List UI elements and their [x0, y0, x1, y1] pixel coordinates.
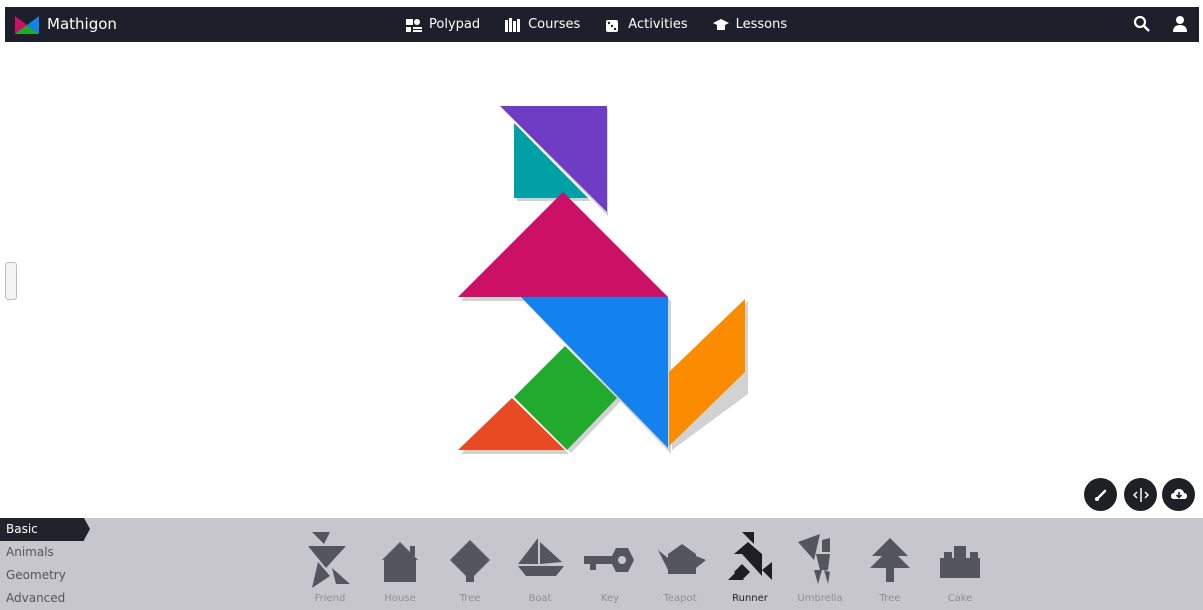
category-geometry[interactable]: Geometry — [0, 564, 90, 587]
shape-house[interactable]: House — [365, 518, 435, 610]
boat-shape-icon — [518, 538, 564, 576]
friend-shape-icon — [308, 532, 350, 588]
runner-shape-icon — [728, 532, 772, 580]
polypad-icon — [406, 18, 422, 32]
user-icon[interactable] — [1171, 15, 1189, 33]
shape-label: Boat — [528, 593, 552, 604]
nav-lessons-label: Lessons — [735, 17, 788, 32]
shape-label: Teapot — [663, 593, 697, 604]
activities-icon — [606, 19, 619, 32]
side-panel-handle[interactable] — [5, 262, 17, 300]
tangram-canvas[interactable] — [0, 42, 1203, 518]
category-animals[interactable]: Animals — [0, 541, 90, 564]
mirror-button[interactable] — [1124, 478, 1157, 511]
category-basic[interactable]: Basic — [0, 518, 90, 541]
tree-shape-icon — [450, 540, 490, 582]
download-button[interactable] — [1162, 478, 1195, 511]
tree-shape-icon — [870, 538, 910, 582]
category-list: Basic Animals Geometry Advanced — [0, 518, 90, 610]
shape-label: Runner — [732, 593, 768, 604]
nav-polypad[interactable]: Polypad — [405, 17, 480, 33]
shape-label: Cake — [947, 593, 973, 604]
shape-runner[interactable]: Runner — [715, 518, 785, 610]
shape-tree-2[interactable]: Tree — [855, 518, 925, 610]
main-nav: Polypad Courses Activities Lessons — [405, 7, 787, 42]
courses-icon — [505, 17, 521, 32]
nav-polypad-label: Polypad — [429, 17, 481, 32]
cake-shape-icon — [940, 546, 980, 578]
nav-courses[interactable]: Courses — [504, 17, 580, 33]
top-navbar: Mathigon Polypad Courses Activities Less… — [5, 7, 1199, 42]
tangram-piece-magenta[interactable] — [458, 192, 668, 297]
mathigon-logo-icon[interactable] — [15, 16, 39, 34]
puzzle-picker: Basic Animals Geometry Advanced Friend H… — [0, 518, 1203, 610]
shape-tree[interactable]: Tree — [435, 518, 505, 610]
search-icon[interactable] — [1133, 15, 1151, 33]
shape-label: Key — [600, 593, 620, 604]
nav-activities[interactable]: Activities — [604, 17, 688, 33]
shape-cake[interactable]: Cake — [925, 518, 995, 610]
nav-courses-label: Courses — [528, 17, 581, 32]
nav-activities-label: Activities — [628, 17, 688, 32]
brand-name[interactable]: Mathigon — [47, 15, 117, 33]
shape-label: Friend — [314, 593, 346, 604]
shape-label: Tree — [459, 593, 481, 604]
shape-label: Umbrella — [797, 593, 843, 604]
lessons-icon — [712, 18, 729, 30]
shape-list: Friend House Tree Boat Key Teapot Runner… — [295, 518, 995, 610]
topbar-actions — [1133, 15, 1189, 33]
teapot-shape-icon — [658, 544, 706, 574]
shape-umbrella[interactable]: Umbrella — [785, 518, 855, 610]
brush-icon — [1094, 489, 1106, 501]
umbrella-shape-icon — [798, 534, 830, 584]
cloud-download-icon — [1170, 488, 1187, 499]
shape-friend[interactable]: Friend — [295, 518, 365, 610]
category-advanced[interactable]: Advanced — [0, 587, 90, 610]
nav-lessons[interactable]: Lessons — [712, 17, 788, 33]
house-shape-icon — [382, 542, 418, 582]
brush-button[interactable] — [1084, 478, 1117, 511]
mirror-icon — [1132, 487, 1149, 502]
shape-teapot[interactable]: Teapot — [645, 518, 715, 610]
shape-boat[interactable]: Boat — [505, 518, 575, 610]
shape-key[interactable]: Key — [575, 518, 645, 610]
shape-label: House — [384, 593, 416, 604]
shape-label: Tree — [879, 593, 901, 604]
key-shape-icon — [584, 548, 634, 572]
